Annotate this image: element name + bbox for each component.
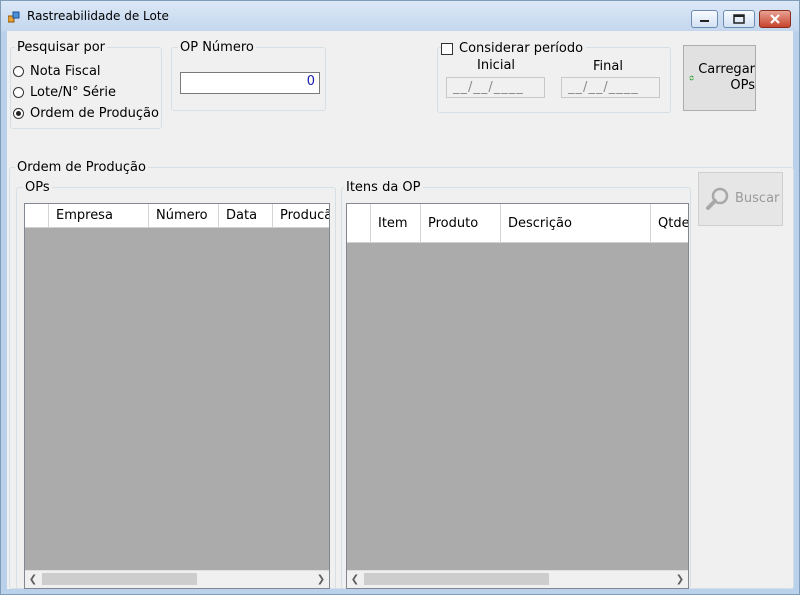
column-header[interactable]: Empresa	[49, 204, 149, 227]
ops-legend: OPs	[23, 180, 52, 195]
title-bar[interactable]: Rastreabilidade de Lote	[1, 1, 799, 31]
search-button-label: Buscar	[735, 191, 780, 206]
op-number-legend: OP Número	[178, 40, 256, 55]
ops-horizontal-scrollbar[interactable]: ❮ ❯	[25, 570, 329, 588]
column-header[interactable]: Número	[149, 204, 219, 227]
window-title: Rastreabilidade de Lote	[27, 9, 169, 23]
scroll-left-icon[interactable]: ❮	[347, 571, 363, 587]
radio-button-selected[interactable]	[13, 108, 24, 119]
scroll-thumb[interactable]	[364, 573, 549, 585]
row-header-corner	[347, 204, 371, 242]
checkbox[interactable]	[441, 42, 453, 55]
checkbox-label: Considerar período	[459, 41, 584, 56]
minimize-button[interactable]	[691, 10, 718, 28]
row-header-corner	[25, 204, 49, 227]
column-header[interactable]: Item	[371, 204, 421, 242]
op-items-legend: Itens da OP	[344, 180, 423, 195]
ops-grid-header: Empresa Número Data Producã	[25, 204, 329, 228]
start-date-input[interactable]: __/__/____	[446, 77, 545, 98]
radio-button[interactable]	[13, 66, 24, 77]
end-date-label: Final	[593, 59, 623, 74]
load-ops-label: Carregar OPs	[698, 62, 755, 94]
scroll-right-icon[interactable]: ❯	[313, 571, 329, 587]
search-button[interactable]: Buscar	[698, 172, 783, 226]
scroll-left-icon[interactable]: ❮	[25, 571, 41, 587]
radio-ordem-producao[interactable]: Ordem de Produção	[13, 106, 159, 121]
column-header[interactable]: Descrição	[501, 204, 651, 242]
load-ops-label-line1: Carregar	[698, 62, 755, 77]
op-items-grid-header: Item Produto Descrição Qtde.	[347, 204, 688, 243]
load-ops-label-line2: OPs	[730, 78, 755, 93]
close-button[interactable]	[759, 10, 791, 28]
consider-period-checkbox[interactable]: Considerar período	[441, 41, 587, 56]
form-client-area: Pesquisar por Nota Fiscal Lote/N° Série …	[7, 31, 794, 589]
start-date-label: Inicial	[477, 58, 516, 73]
radio-nota-fiscal[interactable]: Nota Fiscal	[13, 64, 101, 79]
scroll-thumb[interactable]	[42, 573, 197, 585]
load-ops-button[interactable]: Carregar OPs	[683, 45, 756, 111]
radio-label: Ordem de Produção	[30, 106, 159, 121]
radio-lote-serie[interactable]: Lote/N° Série	[13, 85, 116, 100]
refresh-arrows-icon	[689, 75, 694, 81]
column-header[interactable]: Produto	[421, 204, 501, 242]
op-items-horizontal-scrollbar[interactable]: ❮ ❯	[347, 570, 688, 588]
scroll-right-icon[interactable]: ❯	[672, 571, 688, 587]
radio-button[interactable]	[13, 87, 24, 98]
op-items-grid[interactable]: Item Produto Descrição Qtde. ❮ ❯	[346, 203, 689, 589]
op-number-input[interactable]: 0	[180, 72, 320, 94]
close-icon	[770, 14, 780, 24]
main-window: Rastreabilidade de Lote Pesquisar por No…	[0, 0, 800, 595]
column-header[interactable]: Producã	[273, 204, 329, 227]
production-order-legend: Ordem de Produção	[15, 160, 148, 175]
maximize-icon	[733, 14, 745, 24]
radio-label: Nota Fiscal	[30, 64, 101, 79]
radio-label: Lote/N° Série	[30, 85, 117, 100]
column-header[interactable]: Qtde.	[651, 204, 688, 242]
maximize-button[interactable]	[723, 10, 755, 28]
search-by-legend: Pesquisar por	[15, 40, 108, 55]
column-header[interactable]: Data	[219, 204, 273, 227]
minimize-icon	[700, 20, 709, 22]
magnifier-icon	[706, 187, 729, 210]
ops-grid[interactable]: Empresa Número Data Producã ❮ ❯	[24, 203, 330, 589]
app-icon	[8, 11, 20, 23]
end-date-input[interactable]: __/__/____	[561, 77, 660, 98]
